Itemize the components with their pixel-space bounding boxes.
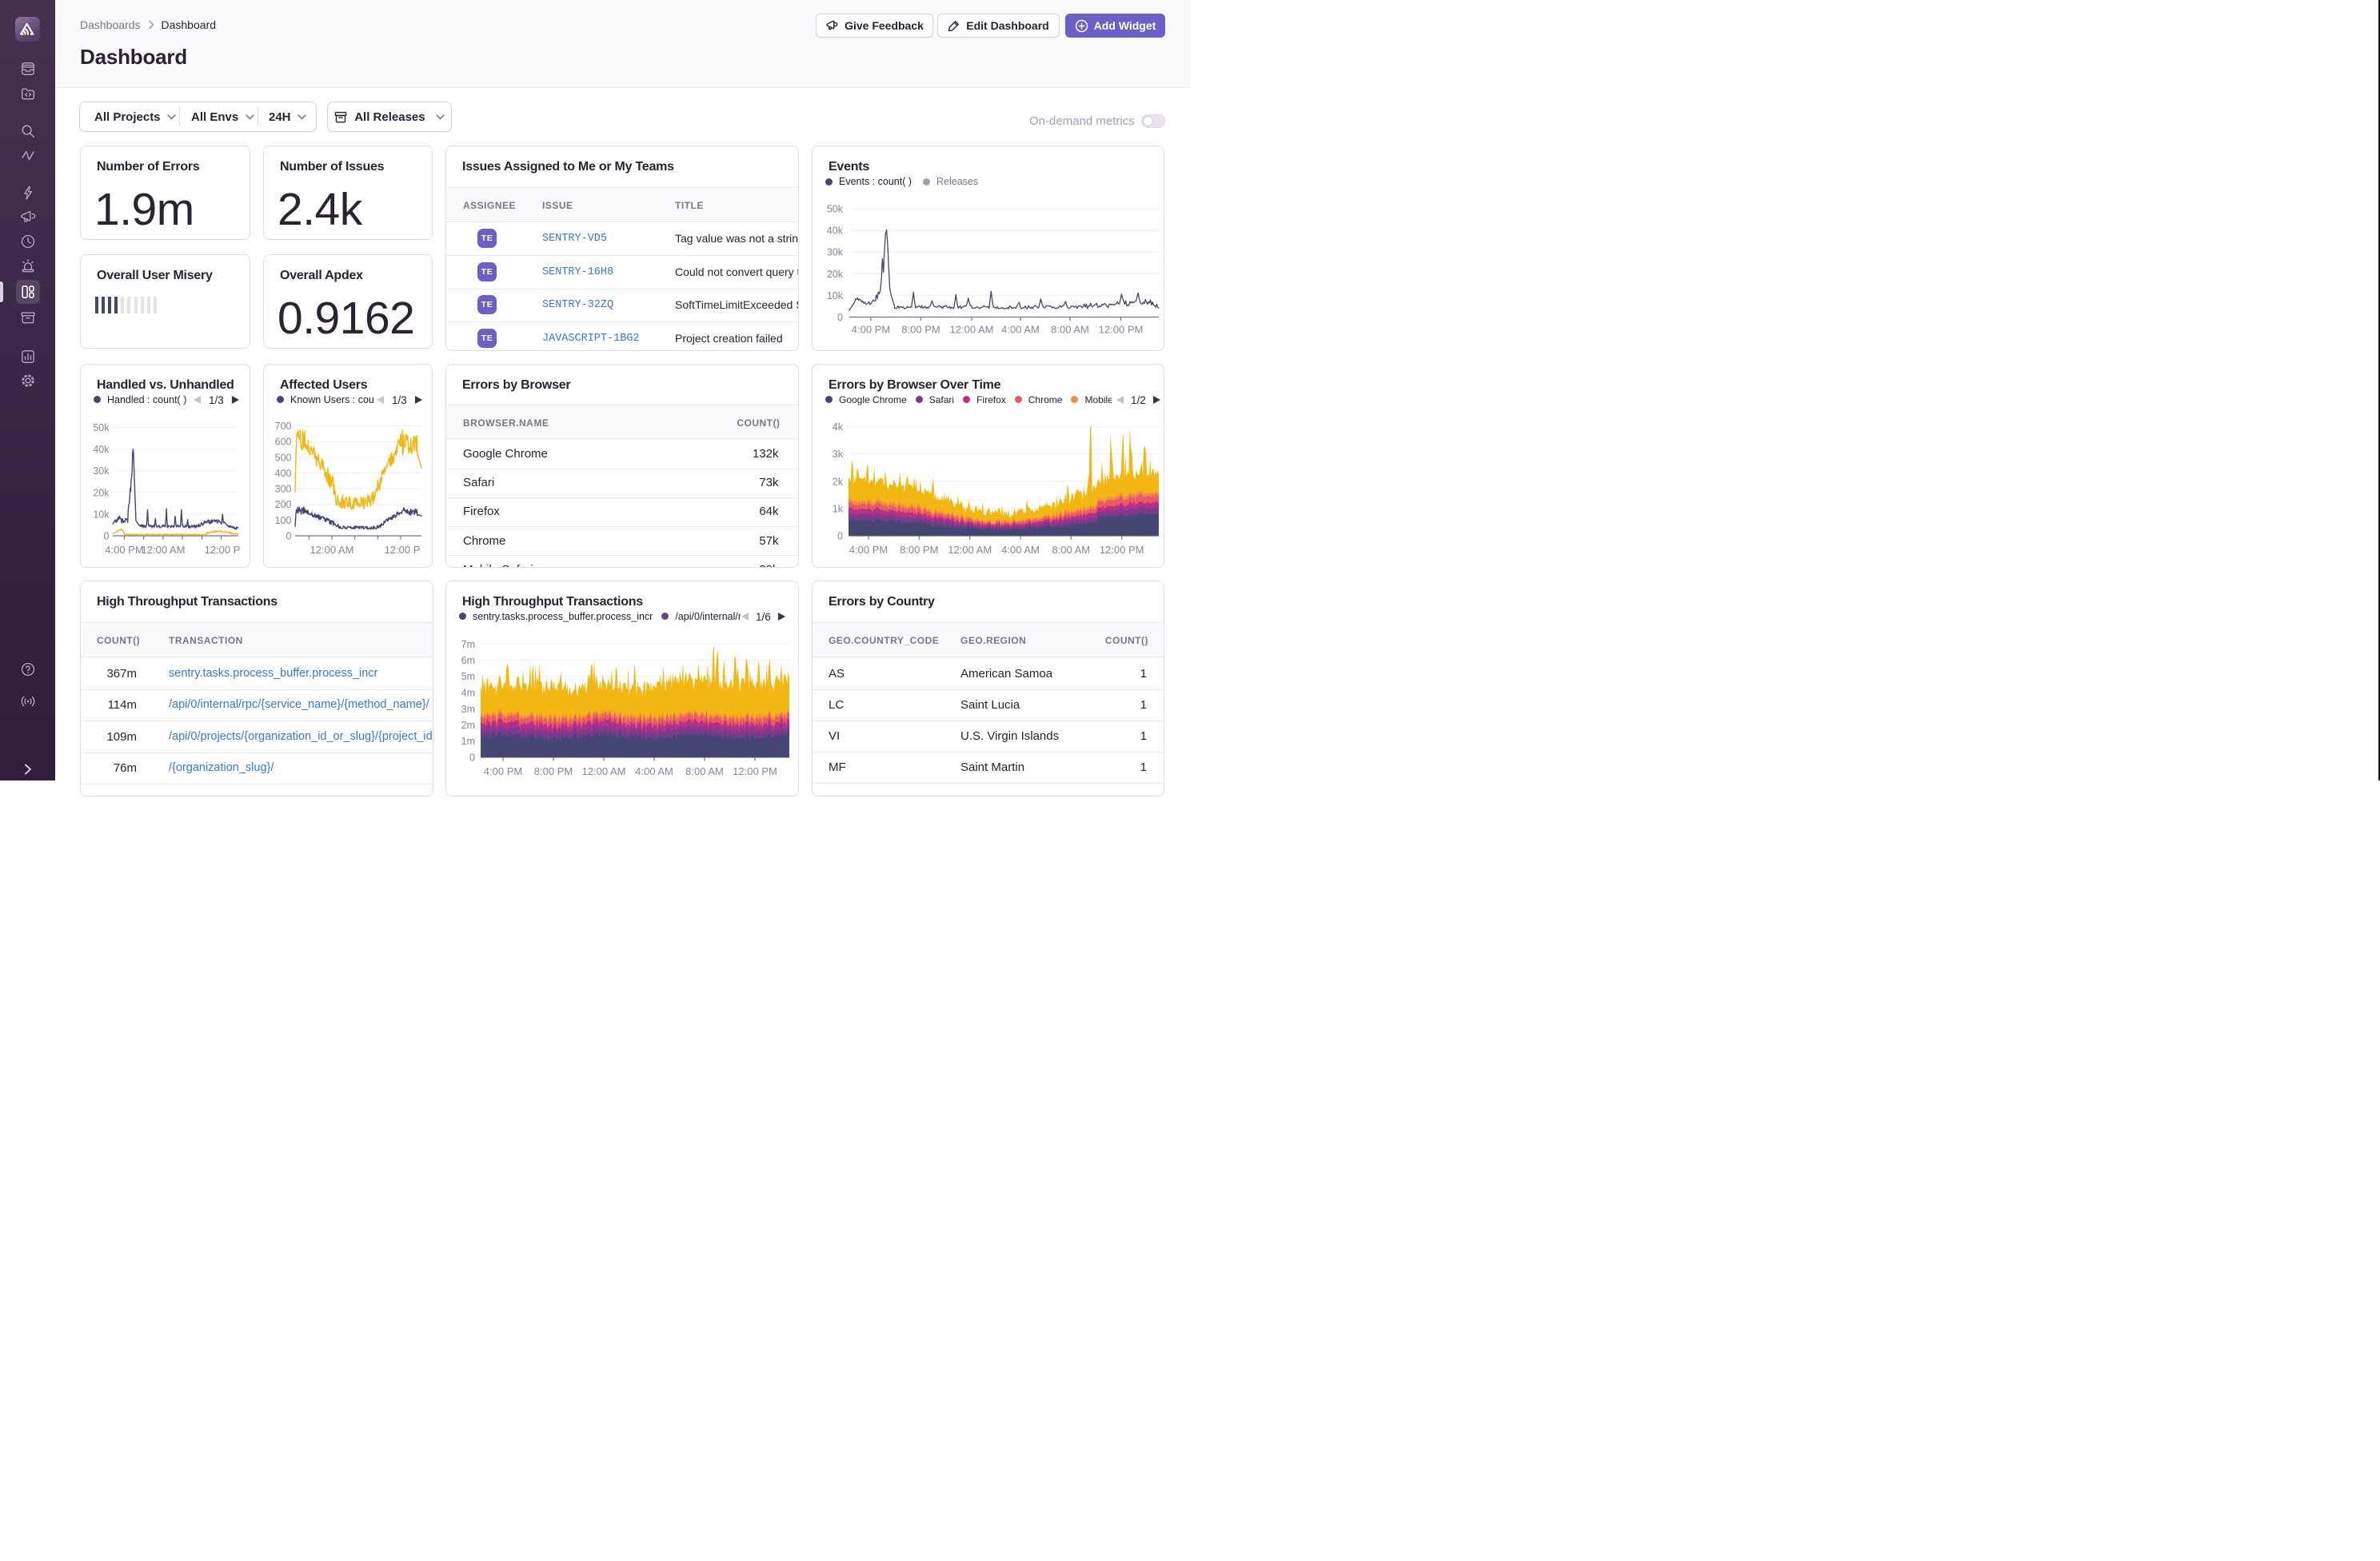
- svg-text:50k: 50k: [93, 422, 110, 433]
- svg-text:12:00 PM: 12:00 PM: [1099, 324, 1144, 336]
- svg-text:4:00 AM: 4:00 AM: [1001, 544, 1040, 556]
- svg-text:12:00 P: 12:00 P: [205, 544, 241, 556]
- svg-text:4m: 4m: [461, 687, 475, 698]
- svg-text:6m: 6m: [461, 655, 475, 666]
- svg-text:1m: 1m: [461, 736, 475, 747]
- svg-text:4:00 AM: 4:00 AM: [635, 765, 673, 777]
- svg-text:30k: 30k: [827, 247, 844, 258]
- svg-text:5m: 5m: [461, 671, 475, 682]
- svg-text:7m: 7m: [461, 638, 475, 649]
- svg-text:4:00 PM: 4:00 PM: [849, 544, 888, 556]
- svg-text:12:00 PM: 12:00 PM: [733, 765, 777, 777]
- svg-text:20k: 20k: [827, 269, 844, 280]
- svg-text:8:00 PM: 8:00 PM: [534, 765, 573, 777]
- svg-text:3k: 3k: [833, 449, 844, 460]
- svg-text:4:00 PM: 4:00 PM: [484, 765, 522, 777]
- svg-text:3m: 3m: [461, 703, 475, 714]
- svg-text:2k: 2k: [833, 476, 844, 487]
- svg-text:700: 700: [275, 421, 292, 432]
- svg-text:8:00 PM: 8:00 PM: [901, 324, 940, 336]
- svg-text:10k: 10k: [93, 509, 110, 520]
- svg-text:12:00 AM: 12:00 AM: [310, 544, 354, 556]
- svg-text:20k: 20k: [93, 487, 110, 498]
- svg-text:300: 300: [275, 483, 292, 494]
- svg-text:0: 0: [469, 752, 475, 763]
- svg-text:8:00 AM: 8:00 AM: [1052, 544, 1090, 556]
- svg-text:12:00 AM: 12:00 AM: [950, 324, 994, 336]
- svg-text:8:00 PM: 8:00 PM: [900, 544, 938, 556]
- svg-text:100: 100: [275, 514, 292, 525]
- svg-text:600: 600: [275, 436, 292, 447]
- svg-text:30k: 30k: [93, 465, 110, 477]
- svg-text:400: 400: [275, 467, 292, 478]
- svg-text:12:00 AM: 12:00 AM: [582, 765, 626, 777]
- svg-text:12:00 P: 12:00 P: [385, 544, 421, 556]
- svg-text:8:00 AM: 8:00 AM: [1051, 324, 1089, 336]
- svg-text:0: 0: [837, 312, 843, 323]
- svg-text:12:00 PM: 12:00 PM: [1100, 544, 1144, 556]
- svg-text:200: 200: [275, 499, 292, 510]
- svg-text:50k: 50k: [827, 204, 844, 215]
- svg-text:0: 0: [104, 530, 110, 541]
- svg-text:0: 0: [837, 530, 843, 541]
- svg-text:2m: 2m: [461, 720, 475, 731]
- svg-text:0: 0: [286, 530, 292, 541]
- svg-text:12:00 AM: 12:00 AM: [142, 544, 186, 556]
- svg-text:4:00 PM: 4:00 PM: [105, 544, 143, 556]
- svg-text:40k: 40k: [827, 226, 844, 237]
- svg-text:8:00 AM: 8:00 AM: [685, 765, 724, 777]
- svg-text:12:00 AM: 12:00 AM: [948, 544, 992, 556]
- svg-text:4:00 AM: 4:00 AM: [1001, 324, 1040, 336]
- svg-text:1k: 1k: [833, 503, 844, 514]
- svg-text:500: 500: [275, 452, 292, 463]
- svg-text:40k: 40k: [93, 444, 110, 455]
- svg-text:4:00 PM: 4:00 PM: [852, 324, 890, 336]
- svg-text:4k: 4k: [833, 421, 844, 433]
- svg-text:10k: 10k: [827, 290, 844, 301]
